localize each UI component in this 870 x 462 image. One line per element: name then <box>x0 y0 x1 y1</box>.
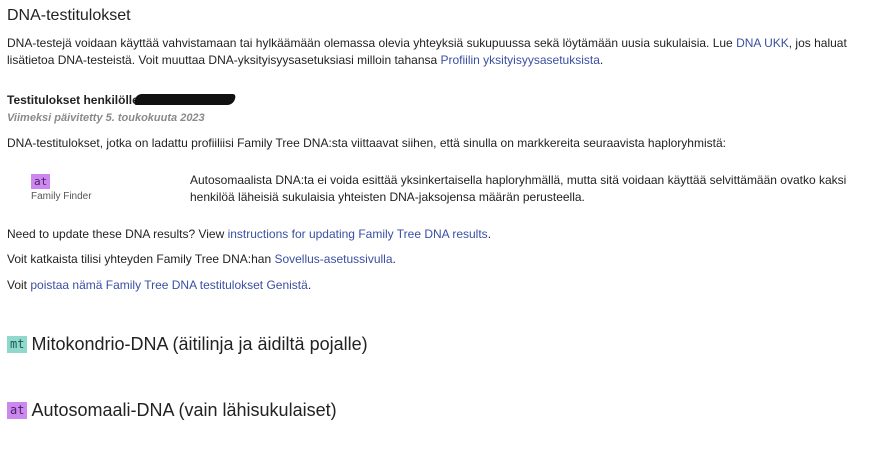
section-title: Mitokondrio-DNA (äitilinja ja äidiltä po… <box>31 334 368 354</box>
app-settings-link[interactable]: Sovellus-asetussivulla <box>274 252 392 266</box>
intro-text: DNA-testejä voidaan käyttää vahvistamaan… <box>7 36 737 50</box>
redacted-name <box>134 94 236 105</box>
autosomal-badge-icon: at <box>7 402 28 419</box>
mitochondrial-badge-icon: mt <box>7 336 28 353</box>
test-name: Family Finder <box>31 191 92 202</box>
results-heading: Testitulokset henkilölle <box>7 93 236 107</box>
test-description: Autosomaalista DNA:ta ei voida esittää y… <box>190 173 847 204</box>
remove-results-line: Voit poistaa nämä Family Tree DNA testit… <box>7 278 312 292</box>
update-instructions-link[interactable]: instructions for updating Family Tree DN… <box>228 227 488 241</box>
dna-faq-link[interactable]: DNA UKK <box>736 36 789 50</box>
section-autosomal: at Autosomaali-DNA (vain lähisukulaiset) <box>7 400 337 421</box>
test-badge-at: at <box>31 172 51 190</box>
privacy-settings-link[interactable]: Profiilin yksityisyysasetuksista <box>441 53 600 67</box>
intro-paragraph: DNA-testejä voidaan käyttää vahvistamaan… <box>7 36 847 67</box>
section-mitochondrial: mt Mitokondrio-DNA (äitilinja ja äidiltä … <box>7 334 368 355</box>
disconnect-line: Voit katkaista tilisi yhteyden Family Tr… <box>7 252 396 266</box>
remove-results-link[interactable]: poistaa nämä Family Tree DNA testituloks… <box>30 278 307 292</box>
haplogroup-intro: DNA-testitulokset, jotka on ladattu prof… <box>7 136 726 150</box>
section-title: Autosomaali-DNA (vain lähisukulaiset) <box>31 400 337 420</box>
autosomal-badge-icon: at <box>31 174 51 189</box>
update-results-line: Need to update these DNA results? View i… <box>7 227 492 241</box>
page-title: DNA-testitulokset <box>7 7 131 24</box>
last-updated: Viimeksi päivitetty 5. toukokuuta 2023 <box>7 112 205 124</box>
